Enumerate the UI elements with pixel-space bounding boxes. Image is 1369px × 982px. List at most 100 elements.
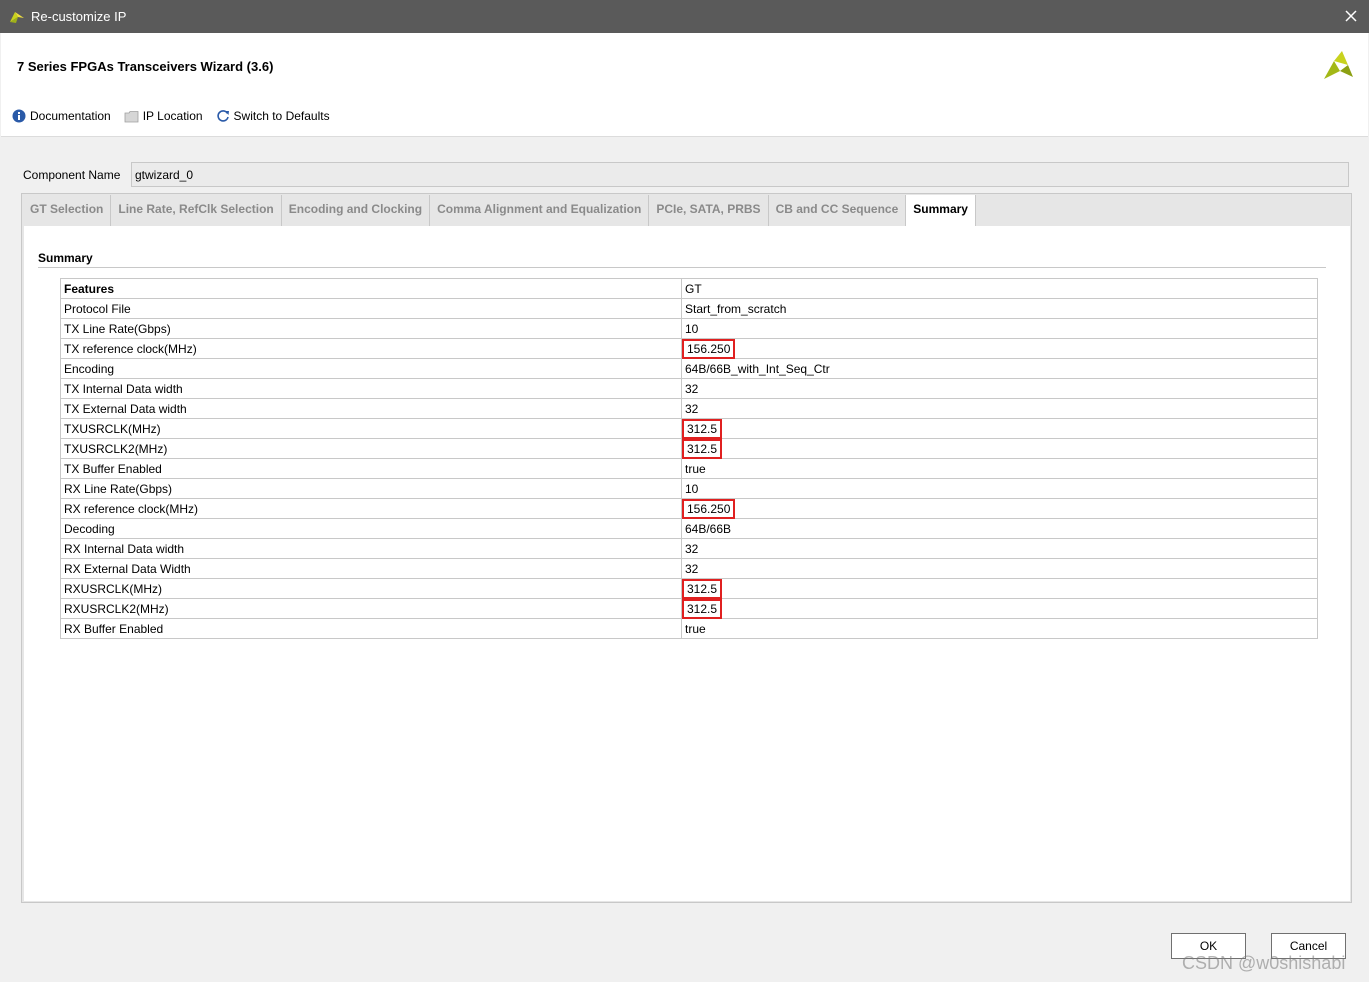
value-cell: 64B/66B <box>681 518 1318 539</box>
feature-cell: TX Line Rate(Gbps) <box>60 318 682 339</box>
tab-cb-cc-sequence[interactable]: CB and CC Sequence <box>768 195 907 226</box>
feature-cell: Protocol File <box>60 298 682 319</box>
gt-header: GT <box>681 278 1318 299</box>
table-row: Protocol File Start_from_scratch <box>60 298 1318 319</box>
feature-label: TX reference clock(MHz) <box>64 341 197 356</box>
tab-line-rate-refclk[interactable]: Line Rate, RefClk Selection <box>111 195 282 226</box>
feature-value: 10 <box>685 321 699 336</box>
table-row: RX Line Rate(Gbps) 10 <box>60 478 1318 499</box>
feature-cell: RX Internal Data width <box>60 538 682 559</box>
tab-bar: GT Selection Line Rate, RefClk Selection… <box>23 195 976 226</box>
feature-value: 156.250 <box>681 498 736 519</box>
feature-label: Encoding <box>64 361 115 376</box>
feature-label: RX reference clock(MHz) <box>64 501 199 516</box>
feature-value: Start_from_scratch <box>685 301 787 316</box>
table-row: Decoding 64B/66B <box>60 518 1318 539</box>
table-row: RX reference clock(MHz) 156.250 <box>60 498 1318 519</box>
value-cell: 64B/66B_with_Int_Seq_Ctr <box>681 358 1318 379</box>
feature-value: 64B/66B <box>685 521 732 536</box>
table-row: TXUSRCLK2(MHz) 312.5 <box>60 438 1318 459</box>
feature-label: RX Buffer Enabled <box>64 621 164 636</box>
folder-icon <box>124 110 139 122</box>
feature-cell: TXUSRCLK2(MHz) <box>60 438 682 459</box>
table-row: RXUSRCLK2(MHz) 312.5 <box>60 598 1318 619</box>
tab-summary[interactable]: Summary <box>906 195 976 226</box>
value-cell: 312.5 <box>681 438 1318 459</box>
switch-to-defaults-button[interactable]: Switch to Defaults <box>216 109 330 123</box>
ip-location-label: IP Location <box>142 109 203 123</box>
table-header-row: Features GT <box>60 278 1318 299</box>
feature-cell: RX reference clock(MHz) <box>60 498 682 519</box>
table-row: RXUSRCLK(MHz) 312.5 <box>60 578 1318 599</box>
component-name-label: Component Name <box>23 168 121 182</box>
table-row: TX Buffer Enabled true <box>60 458 1318 479</box>
value-cell: Start_from_scratch <box>681 298 1318 319</box>
feature-value: 32 <box>685 541 699 556</box>
value-cell: 10 <box>681 478 1318 499</box>
documentation-button[interactable]: Documentation <box>12 109 111 123</box>
xilinx-logo-icon <box>1324 51 1353 79</box>
close-icon[interactable] <box>1341 6 1361 26</box>
feature-cell: TX External Data width <box>60 398 682 419</box>
wizard-toolbar: Documentation IP Location Switch to Defa… <box>12 109 343 123</box>
switch-to-defaults-label: Switch to Defaults <box>233 109 330 123</box>
value-cell: true <box>681 618 1318 639</box>
value-cell: 312.5 <box>681 418 1318 439</box>
feature-cell: TX reference clock(MHz) <box>60 338 682 359</box>
feature-value: 156.250 <box>681 338 736 359</box>
features-header: Features <box>60 278 682 299</box>
feature-value: 312.5 <box>681 578 723 599</box>
feature-cell: TXUSRCLK(MHz) <box>60 418 682 439</box>
summary-section-title: Summary <box>38 251 93 265</box>
feature-label: RX Internal Data width <box>64 541 185 556</box>
documentation-label: Documentation <box>30 109 111 123</box>
value-cell: 156.250 <box>681 338 1318 359</box>
feature-label: TXUSRCLK(MHz) <box>64 421 161 436</box>
value-cell: 312.5 <box>681 578 1318 599</box>
window-titlebar: Re-customize IP <box>0 0 1369 33</box>
value-cell: 10 <box>681 318 1318 339</box>
feature-label: RXUSRCLK(MHz) <box>64 581 163 596</box>
value-cell: true <box>681 458 1318 479</box>
feature-label: RX Line Rate(Gbps) <box>64 481 173 496</box>
tab-encoding-clocking[interactable]: Encoding and Clocking <box>281 195 431 226</box>
feature-label: Decoding <box>64 521 115 536</box>
feature-value: 10 <box>685 481 699 496</box>
feature-label: TXUSRCLK2(MHz) <box>64 441 168 456</box>
vivado-app-icon <box>10 12 24 23</box>
table-row: TX Line Rate(Gbps) 10 <box>60 318 1318 339</box>
feature-label: TX Line Rate(Gbps) <box>64 321 171 336</box>
feature-cell: RXUSRCLK(MHz) <box>60 578 682 599</box>
feature-cell: RXUSRCLK2(MHz) <box>60 598 682 619</box>
feature-cell: TX Buffer Enabled <box>60 458 682 479</box>
feature-cell: Encoding <box>60 358 682 379</box>
section-divider <box>38 267 1326 268</box>
feature-label: RXUSRCLK2(MHz) <box>64 601 169 616</box>
feature-cell: TX Internal Data width <box>60 378 682 399</box>
feature-label: TX Internal Data width <box>64 381 183 396</box>
value-cell: 32 <box>681 398 1318 419</box>
value-cell: 312.5 <box>681 598 1318 619</box>
feature-value: 64B/66B_with_Int_Seq_Ctr <box>685 361 830 376</box>
table-row: Encoding 64B/66B_with_Int_Seq_Ctr <box>60 358 1318 379</box>
info-icon <box>12 109 26 123</box>
table-row: TXUSRCLK(MHz) 312.5 <box>60 418 1318 439</box>
feature-value: 32 <box>685 401 699 416</box>
summary-table: Features GT Protocol File Start_from_scra… <box>60 278 1318 639</box>
feature-value: 32 <box>685 561 699 576</box>
table-row: TX reference clock(MHz) 156.250 <box>60 338 1318 359</box>
table-row: RX Internal Data width 32 <box>60 538 1318 559</box>
feature-value: true <box>685 621 706 636</box>
tab-comma-alignment[interactable]: Comma Alignment and Equalization <box>430 195 650 226</box>
table-row: TX Internal Data width 32 <box>60 378 1318 399</box>
value-cell: 156.250 <box>681 498 1318 519</box>
table-row: TX External Data width 32 <box>60 398 1318 419</box>
feature-cell: RX Line Rate(Gbps) <box>60 478 682 499</box>
feature-value: 312.5 <box>681 418 723 439</box>
tab-gt-selection[interactable]: GT Selection <box>23 195 112 226</box>
component-name-input[interactable] <box>131 162 1349 187</box>
ip-location-button[interactable]: IP Location <box>124 109 203 123</box>
tab-pcie-sata-prbs[interactable]: PCIe, SATA, PRBS <box>649 195 769 226</box>
summary-tab-content: Summary Features GT Protocol File Start_f… <box>24 226 1350 901</box>
value-cell: 32 <box>681 378 1318 399</box>
